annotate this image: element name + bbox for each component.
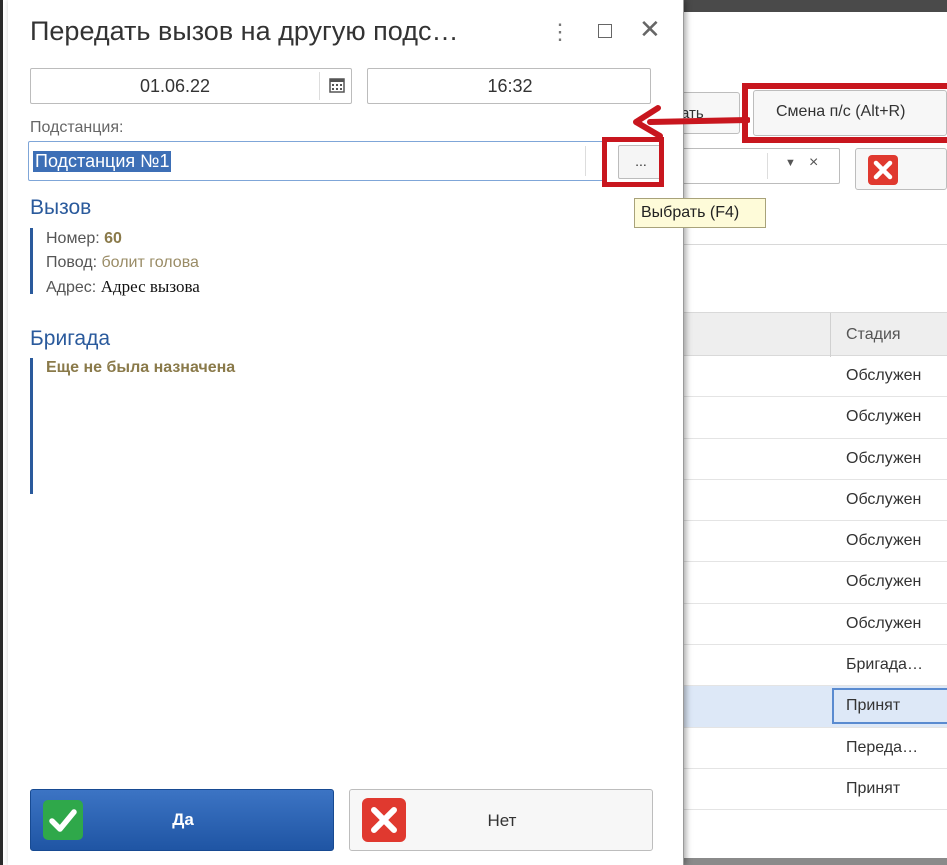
scrollbar[interactable] bbox=[684, 858, 947, 865]
annotation-arrow bbox=[633, 105, 750, 139]
date-value: 01.06.22 bbox=[139, 76, 211, 96]
column-header-stage[interactable]: Стадия bbox=[846, 326, 901, 344]
table-row[interactable]: Обслужен bbox=[684, 521, 947, 563]
stage-cell: Обслужен bbox=[846, 573, 922, 591]
choose-tooltip: Выбрать (F4) bbox=[634, 198, 766, 228]
number-label: Номер: bbox=[46, 230, 100, 247]
combo-separator bbox=[767, 153, 768, 179]
calendar-icon[interactable] bbox=[329, 77, 345, 98]
date-separator bbox=[319, 72, 320, 100]
stage-cell: Переда… bbox=[846, 738, 919, 756]
table-row[interactable]: Принят bbox=[684, 769, 947, 811]
cross-icon bbox=[868, 155, 898, 190]
column-separator bbox=[830, 313, 831, 357]
filter-combobox[interactable]: ▼ × bbox=[660, 148, 840, 184]
close-icon[interactable]: ✕ bbox=[639, 16, 661, 42]
table-row[interactable]: Обслужен bbox=[684, 480, 947, 522]
substation-input[interactable]: Подстанция №1 bbox=[28, 141, 606, 181]
divider bbox=[684, 244, 947, 245]
table-row[interactable]: Обслужен bbox=[684, 562, 947, 604]
no-button-label: Нет bbox=[487, 811, 517, 830]
stage-cell: Обслужен bbox=[846, 532, 922, 550]
stage-cell: Обслужен bbox=[846, 367, 922, 384]
calls-table: Стадия Обслужен Обслужен Обслужен Обслужен О… bbox=[684, 312, 947, 811]
stage-cell: Обслужен bbox=[846, 614, 922, 632]
stage-cell: Обслужен bbox=[846, 408, 922, 426]
dialog-title: Передать вызов на другую подс… bbox=[30, 16, 459, 46]
table-row[interactable]: Принят bbox=[684, 686, 947, 728]
call-section-title: Вызов bbox=[30, 196, 92, 219]
cancel-filter-button[interactable] bbox=[855, 148, 947, 190]
number-value: 60 bbox=[104, 230, 122, 247]
substation-label: Подстанция: bbox=[30, 119, 124, 136]
brigade-section-title: Бригада bbox=[30, 327, 111, 350]
table-row[interactable]: Обслужен bbox=[684, 397, 947, 439]
time-field[interactable]: 16:32 bbox=[367, 68, 651, 104]
table-row[interactable]: Бригада… bbox=[684, 645, 947, 687]
date-field[interactable]: 01.06.22 bbox=[30, 68, 352, 104]
call-section-bar bbox=[30, 228, 33, 294]
maximize-icon[interactable] bbox=[598, 24, 612, 38]
brigade-note: Еще не была назначена bbox=[46, 359, 236, 376]
stage-cell: Принят bbox=[846, 697, 901, 715]
chevron-down-icon[interactable]: ▼ bbox=[785, 157, 796, 169]
table-row[interactable]: Обслужен bbox=[684, 356, 947, 398]
table-row[interactable]: Переда… bbox=[684, 728, 947, 769]
brigade-section-bar bbox=[30, 358, 33, 494]
address-label: Адрес: bbox=[46, 279, 97, 296]
stage-cell: Бригада… bbox=[846, 656, 923, 674]
address-value: Адрес вызова bbox=[100, 277, 200, 296]
annotation-box-choose bbox=[602, 137, 664, 187]
substation-value: Подстанция №1 bbox=[33, 151, 172, 172]
table-row[interactable]: Обслужен bbox=[684, 439, 947, 480]
no-button[interactable]: Нет bbox=[349, 789, 653, 851]
call-number-line: Номер: 60 bbox=[46, 230, 122, 248]
window-edge bbox=[0, 0, 3, 865]
call-address-line: Адрес: Адрес вызова bbox=[46, 277, 200, 297]
stage-cell: Обслужен bbox=[846, 490, 922, 508]
window-titlebar bbox=[684, 0, 947, 12]
table-header: Стадия bbox=[684, 312, 947, 357]
clear-icon[interactable]: × bbox=[809, 154, 818, 172]
table-row[interactable]: Обслужен bbox=[684, 604, 947, 646]
stage-cell: Принят bbox=[846, 779, 901, 797]
transfer-call-dialog: Передать вызов на другую подс… ⋮ ✕ 01.06… bbox=[8, 0, 684, 865]
call-reason-line: Повод: болит голова bbox=[46, 254, 199, 272]
substation-separator bbox=[585, 146, 586, 176]
yes-button-label: Да bbox=[172, 810, 194, 829]
reason-label: Повод: bbox=[46, 254, 98, 271]
reason-value: болит голова bbox=[101, 254, 199, 271]
stage-cell: Обслужен bbox=[846, 449, 922, 467]
more-vertical-icon[interactable]: ⋮ bbox=[549, 21, 571, 43]
yes-button[interactable]: Да bbox=[30, 789, 334, 851]
time-value: 16:32 bbox=[487, 76, 533, 96]
annotation-box-smena bbox=[742, 83, 947, 143]
